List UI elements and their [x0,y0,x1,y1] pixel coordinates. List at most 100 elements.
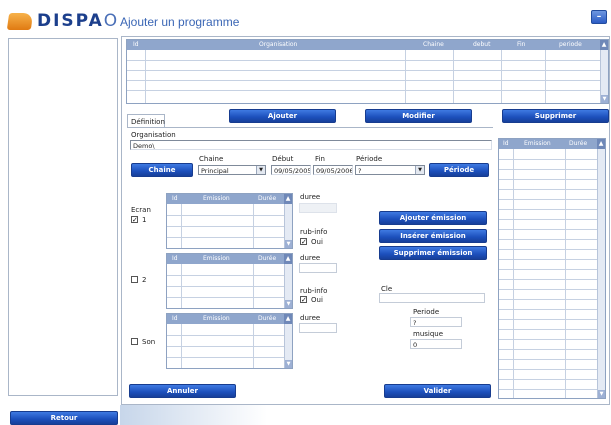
scroll-down-icon[interactable]: ▼ [285,240,292,248]
table-header: Id Emission Durée ▲ [499,139,605,149]
tab-divider [127,127,493,128]
scroll-up-icon[interactable]: ▲ [284,314,292,324]
column-header-id: Id [172,195,178,202]
periode-label: Période [356,155,383,163]
cle-label: Cle [381,285,393,293]
modifier-button[interactable]: Modifier [365,109,472,123]
retour-button[interactable]: Retour [10,411,118,425]
logo-text-suffix: O [103,11,120,31]
duree-label-1: duree [300,193,321,201]
column-header-periode: periode [559,41,582,48]
inserer-emission-button[interactable]: Insérer émission [379,229,487,243]
periode-select[interactable]: ? ▼ [355,165,425,175]
scroll-down-icon[interactable]: ▼ [598,390,605,398]
column-header-id: Id [172,315,178,322]
emission-table-son[interactable]: Id Emission Durée ▲ ▼ [166,313,293,369]
column-header-id: Id [172,255,178,262]
ecran-label: Ecran [131,206,151,214]
scroll-up-icon[interactable]: ▲ [284,194,292,204]
organisation-label: Organisation [131,131,176,139]
rubinfo-label-2: rub-info [300,287,328,295]
table-scrollbar[interactable]: ▼ [284,264,292,308]
musique-label: musique [413,330,444,338]
duree-field-1[interactable] [299,203,337,213]
chevron-down-icon[interactable]: ▼ [256,166,265,174]
right-emission-table[interactable]: Id Emission Durée ▲ ▼ [498,138,606,399]
chaine-button[interactable]: Chaine [131,163,193,177]
page-title: Ajouter un programme [120,15,240,29]
debut-field[interactable]: 09/05/2005 [271,165,311,175]
left-panel [8,38,118,396]
scroll-up-icon[interactable]: ▲ [284,254,292,264]
table-scrollbar[interactable]: ▼ [597,149,605,398]
table-header: Id Emission Durée ▲ [167,254,292,264]
table-scrollbar[interactable]: ▼ [284,204,292,248]
column-header-duree: Durée [258,195,277,202]
periode-select-value: ? [358,167,362,175]
duree-field-2[interactable] [299,263,337,273]
annuler-button[interactable]: Annuler [129,384,236,398]
supprimer-emission-button[interactable]: Supprimer émission [379,246,487,260]
duree-label-2: duree [300,254,321,262]
ecran-2-label: 2 [142,276,147,284]
fin-field[interactable]: 09/05/2006 [313,165,353,175]
table-scrollbar[interactable]: ▼ [600,50,608,103]
emission-table-2[interactable]: Id Emission Durée ▲ ▼ [166,253,293,309]
logo-text: DISPA [37,11,104,31]
bottom-strip [120,405,611,425]
rubinfo-oui-label-1: Oui [311,238,323,246]
column-header-chaine: Chaine [423,41,444,48]
son-checkbox[interactable] [131,338,138,345]
organisation-field[interactable]: Demo\ [130,140,492,150]
scroll-up-icon[interactable]: ▲ [597,139,605,149]
rubinfo-label-1: rub-info [300,228,328,236]
column-header-debut: debut [473,41,491,48]
chaine-select-value: Principal [201,167,229,175]
ajouter-button[interactable]: Ajouter [229,109,336,123]
emission-table-1[interactable]: Id Emission Durée ▲ ▼ [166,193,293,249]
musique-field[interactable]: 0 [410,339,462,349]
cle-periode-field[interactable]: ? [410,317,462,327]
column-header-duree: Durée [258,255,277,262]
table-header: Id Emission Durée ▲ [167,314,292,324]
column-header-organisation: Organisation [259,41,298,48]
scroll-up-icon[interactable]: ▲ [600,40,608,50]
supprimer-button[interactable]: Supprimer [502,109,609,123]
periode-button[interactable]: Période [429,163,489,177]
programmes-table[interactable]: Id Organisation Chaine debut Fin periode… [126,39,609,104]
ajouter-emission-button[interactable]: Ajouter émission [379,211,487,225]
minimize-button[interactable]: – [591,10,607,24]
table-header: Id Organisation Chaine debut Fin periode… [127,40,608,50]
cle-periode-label: Periode [413,308,440,316]
column-header-emission: Emission [524,140,551,147]
fin-label: Fin [315,155,325,163]
duree-field-3[interactable] [299,323,337,333]
son-label: Son [142,338,156,346]
chaine-label: Chaine [199,155,224,163]
scroll-down-icon[interactable]: ▼ [601,95,608,103]
valider-button[interactable]: Valider [384,384,491,398]
rubinfo-oui-checkbox-2[interactable]: ✓ [300,296,307,304]
ecran-2-checkbox[interactable] [131,276,138,283]
column-header-id: Id [503,140,509,147]
cle-field[interactable] [379,293,485,303]
column-header-fin: Fin [517,41,526,48]
ecran-1-checkbox[interactable]: ✓ [131,216,138,224]
rubinfo-oui-label-2: Oui [311,296,323,304]
dispao-logo-icon [6,13,34,30]
column-header-emission: Emission [203,255,230,262]
rubinfo-oui-checkbox-1[interactable]: ✓ [300,238,307,246]
table-scrollbar[interactable]: ▼ [284,324,292,368]
duree-label-3: duree [300,314,321,322]
app-logo: DISPAO [37,11,119,31]
column-header-emission: Emission [203,195,230,202]
tab-definition[interactable]: Définition [127,114,165,128]
scroll-down-icon[interactable]: ▼ [285,300,292,308]
scroll-down-icon[interactable]: ▼ [285,360,292,368]
debut-label: Début [272,155,294,163]
chevron-down-icon[interactable]: ▼ [415,166,424,174]
column-header-id: Id [133,41,139,48]
table-header: Id Emission Durée ▲ [167,194,292,204]
chaine-select[interactable]: Principal ▼ [198,165,266,175]
column-header-emission: Emission [203,315,230,322]
